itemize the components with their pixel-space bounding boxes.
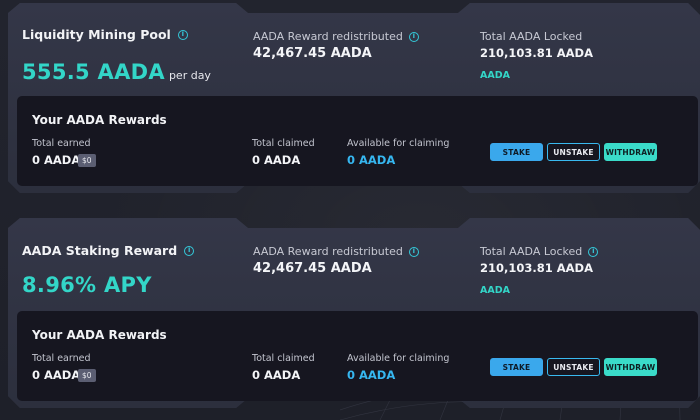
total-locked-value: 210,103.81 AADA bbox=[480, 261, 594, 275]
available-for-claiming-value: 0 AADA bbox=[347, 153, 396, 167]
info-icon[interactable]: i bbox=[408, 246, 419, 257]
info-icon[interactable]: i bbox=[588, 246, 599, 257]
unstake-button[interactable]: UNSTAKE bbox=[547, 143, 600, 161]
reward-redistributed-label: AADA Reward redistributed i bbox=[253, 30, 419, 43]
stake-button[interactable]: STAKE bbox=[490, 358, 543, 376]
apy-amount: 8.96% APY bbox=[22, 273, 152, 297]
info-icon[interactable]: i bbox=[184, 245, 195, 256]
withdraw-button[interactable]: WITHDRAW bbox=[604, 358, 657, 376]
total-claimed-label: Total claimed bbox=[252, 353, 315, 364]
available-for-claiming-label: Available for claiming bbox=[347, 353, 450, 364]
pool-title-text: Liquidity Mining Pool bbox=[22, 27, 171, 42]
withdraw-button[interactable]: WITHDRAW bbox=[604, 143, 657, 161]
reward-redistributed-label-text: AADA Reward redistributed bbox=[253, 245, 403, 258]
reward-redistributed-value: 42,467.45 AADA bbox=[253, 261, 372, 276]
usd-value-badge: $0 bbox=[78, 369, 96, 382]
token-link[interactable]: AADA bbox=[480, 70, 510, 81]
total-earned-value: 0 AADA bbox=[32, 153, 81, 167]
pool-title: Liquidity Mining Pool i bbox=[22, 27, 188, 42]
daily-reward-amount: 555.5 AADA bbox=[22, 60, 165, 84]
pool-title-text: AADA Staking Reward bbox=[22, 243, 178, 258]
your-rewards-card: Your AADA Rewards Total earned 0 AADA $0… bbox=[17, 311, 698, 401]
apy-value: 8.96% APY bbox=[22, 273, 152, 297]
available-for-claiming-label: Available for claiming bbox=[347, 138, 450, 149]
stake-button[interactable]: STAKE bbox=[490, 143, 543, 161]
total-claimed-value: 0 AADA bbox=[252, 368, 301, 382]
pool-title: AADA Staking Reward i bbox=[22, 243, 195, 258]
unstake-button[interactable]: UNSTAKE bbox=[547, 358, 600, 376]
info-icon[interactable]: i bbox=[177, 29, 188, 40]
total-locked-label-text: Total AADA Locked bbox=[480, 245, 583, 258]
total-claimed-label: Total claimed bbox=[252, 138, 315, 149]
daily-reward-value: 555.5 AADA per day bbox=[22, 60, 211, 84]
reward-redistributed-value: 42,467.45 AADA bbox=[253, 46, 372, 61]
rewards-title: Your AADA Rewards bbox=[32, 328, 167, 342]
your-rewards-card: Your AADA Rewards Total earned 0 AADA $0… bbox=[17, 96, 698, 186]
total-earned-label: Total earned bbox=[32, 138, 91, 149]
reward-redistributed-label-text: AADA Reward redistributed bbox=[253, 30, 403, 43]
total-earned-label: Total earned bbox=[32, 353, 91, 364]
total-earned-value: 0 AADA bbox=[32, 368, 81, 382]
total-locked-label: Total AADA Locked i bbox=[480, 245, 599, 258]
total-locked-value: 210,103.81 AADA bbox=[480, 46, 594, 60]
available-for-claiming-value: 0 AADA bbox=[347, 368, 396, 382]
reward-redistributed-label: AADA Reward redistributed i bbox=[253, 245, 419, 258]
total-claimed-value: 0 AADA bbox=[252, 153, 301, 167]
token-link[interactable]: AADA bbox=[480, 285, 510, 296]
daily-reward-suffix: per day bbox=[168, 69, 211, 82]
info-icon[interactable]: i bbox=[408, 31, 419, 42]
usd-value-badge: $0 bbox=[78, 154, 96, 167]
rewards-title: Your AADA Rewards bbox=[32, 113, 167, 127]
total-locked-label: Total AADA Locked bbox=[480, 30, 583, 43]
